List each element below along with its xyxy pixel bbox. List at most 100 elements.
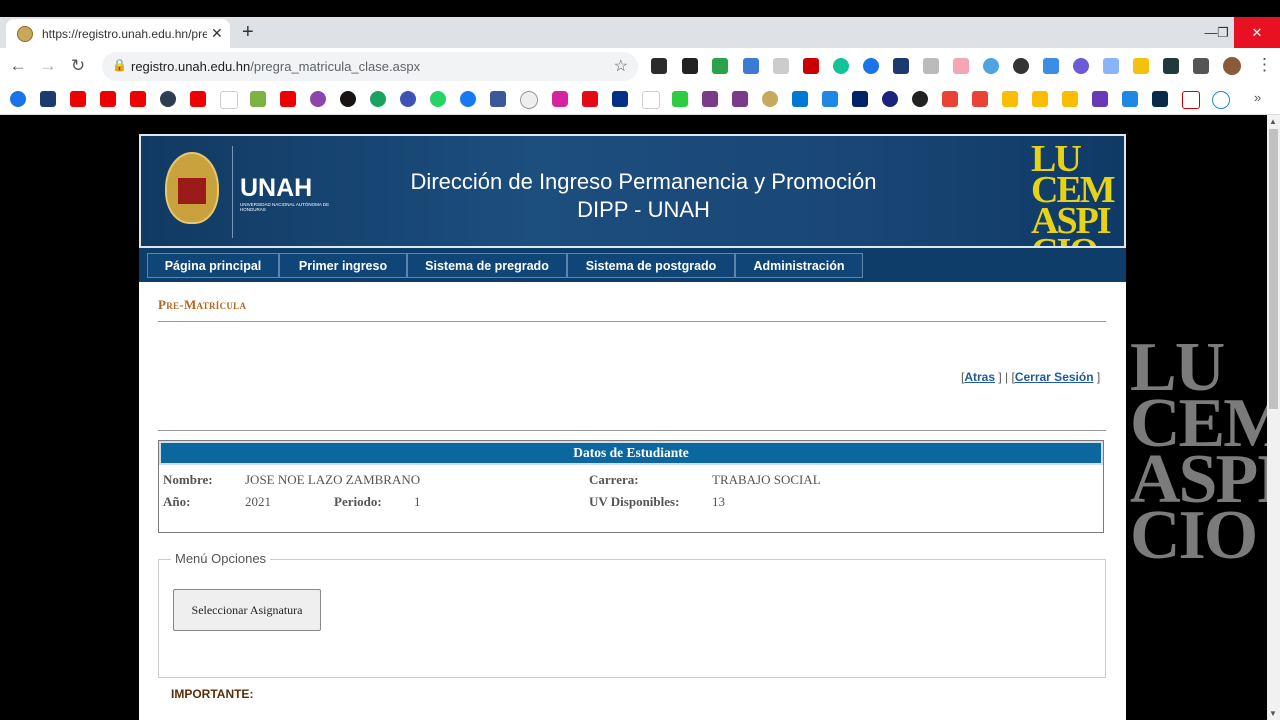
period-value: 1: [414, 494, 421, 509]
tab-strip: https://registro.unah.edu.hn/pregra ✕ + …: [0, 17, 1280, 48]
youtube-bookmark-icon[interactable]: [70, 91, 86, 107]
extension-icon[interactable]: [1013, 58, 1029, 74]
page-scrollbar[interactable]: ▲ ▼: [1267, 115, 1280, 720]
bookmark-icon[interactable]: [732, 91, 748, 107]
scroll-up-icon[interactable]: ▲: [1269, 117, 1277, 126]
bookmark-icon[interactable]: [1092, 91, 1108, 107]
gmail-bookmark-icon[interactable]: [972, 91, 988, 107]
profile-avatar[interactable]: [1223, 57, 1241, 75]
student-info-panel: Datos de Estudiante Nombre: JOSE NOE LAZ…: [158, 440, 1104, 533]
new-tab-button[interactable]: +: [242, 21, 254, 44]
bookmark-icon[interactable]: [642, 91, 660, 109]
extension-icon[interactable]: [773, 58, 789, 74]
youtube-bookmark-icon[interactable]: [130, 91, 146, 107]
bookmark-icon[interactable]: [310, 91, 326, 107]
extension-icon[interactable]: [833, 58, 849, 74]
drive-bookmark-icon[interactable]: [1002, 91, 1018, 107]
browser-toolbar: ← → ↻ 🔒 registro.unah.edu.hn/pregra_matr…: [0, 48, 1280, 85]
menu-options-fieldset: Menú Opciones Seleccionar Asignatura: [158, 551, 1106, 678]
bookmark-icon[interactable]: [400, 91, 416, 107]
nav-sistema-postgrado[interactable]: Sistema de postgrado: [567, 253, 735, 278]
extension-icon[interactable]: [803, 58, 819, 74]
bookmark-icon[interactable]: [1122, 91, 1138, 107]
extension-icon[interactable]: [893, 58, 909, 74]
header-banner: UNAH UNIVERSIDAD NACIONAL AUTÓNOMA DE HO…: [139, 134, 1126, 248]
extension-icon[interactable]: [923, 58, 939, 74]
unah-seal-icon: [165, 152, 219, 224]
extensions-puzzle-icon[interactable]: [1193, 58, 1209, 74]
paypal-bookmark-icon[interactable]: [612, 91, 628, 107]
youtube-bookmark-icon[interactable]: [190, 91, 206, 107]
whatsapp-bookmark-icon[interactable]: [430, 91, 446, 107]
browser-menu-icon[interactable]: ⋮: [1256, 55, 1273, 75]
bookmark-icon[interactable]: [250, 91, 266, 107]
facebook-bookmark-icon[interactable]: [490, 91, 506, 107]
browser-tab[interactable]: https://registro.unah.edu.hn/pregra ✕: [6, 19, 230, 48]
extension-icon[interactable]: [682, 58, 698, 74]
bookmark-icon[interactable]: [1212, 91, 1230, 109]
bookmark-icon[interactable]: [520, 91, 538, 109]
bookmark-icon[interactable]: [912, 91, 928, 107]
drive-bookmark-icon[interactable]: [1032, 91, 1048, 107]
page-title: Pre-Matrícula: [158, 297, 247, 312]
extension-icon[interactable]: [1073, 58, 1089, 74]
extension-icon[interactable]: [953, 58, 969, 74]
url-text: registro.unah.edu.hn/pregra_matricula_cl…: [131, 59, 420, 74]
nav-administracion[interactable]: Administración: [735, 253, 863, 278]
bookmark-icon[interactable]: [1182, 91, 1200, 109]
instagram-bookmark-icon[interactable]: [552, 91, 568, 107]
extension-icon[interactable]: [712, 58, 728, 74]
bookmark-icon[interactable]: [10, 91, 26, 107]
cerrar-sesion-link[interactable]: Cerrar Sesión: [1015, 370, 1094, 384]
address-bar[interactable]: 🔒 registro.unah.edu.hn/pregra_matricula_…: [102, 52, 638, 81]
bookmark-icon[interactable]: [762, 91, 778, 107]
bookmark-icon[interactable]: [672, 91, 688, 107]
extension-icon[interactable]: [743, 58, 759, 74]
name-value: JOSE NOE LAZO ZAMBRANO: [245, 472, 421, 487]
scroll-down-icon[interactable]: ▼: [1269, 709, 1277, 718]
extension-icon[interactable]: [1103, 58, 1119, 74]
nav-sistema-pregrado[interactable]: Sistema de pregrado: [407, 253, 567, 278]
netflix-bookmark-icon[interactable]: [582, 91, 598, 107]
bookmark-icon[interactable]: [40, 91, 56, 107]
drive-bookmark-icon[interactable]: [1062, 91, 1078, 107]
gmail-bookmark-icon[interactable]: [942, 91, 958, 107]
top-black-bar: [0, 0, 1280, 17]
extension-icon[interactable]: [983, 58, 999, 74]
extension-icon[interactable]: [1043, 58, 1059, 74]
bookmark-icon[interactable]: [822, 91, 838, 107]
name-label: Nombre:: [163, 472, 213, 487]
nav-primer-ingreso[interactable]: Primer ingreso: [279, 253, 407, 278]
bookmark-icon[interactable]: [882, 91, 898, 107]
spotify-bookmark-icon[interactable]: [340, 91, 356, 107]
extension-icon[interactable]: [1133, 58, 1149, 74]
forward-button[interactable]: →: [37, 56, 59, 76]
bookmark-icon[interactable]: [852, 91, 868, 107]
select-course-button[interactable]: Seleccionar Asignatura: [173, 589, 321, 631]
bookmark-icon[interactable]: [702, 91, 718, 107]
site-favicon-icon: [17, 25, 33, 42]
reload-button[interactable]: ↻: [67, 56, 89, 76]
tab-close-icon[interactable]: ✕: [211, 25, 223, 42]
bookmark-star-icon[interactable]: ☆: [614, 56, 628, 76]
url-domain: registro.unah.edu.hn: [131, 59, 251, 74]
bookmark-icon[interactable]: [220, 91, 238, 109]
back-button[interactable]: ←: [7, 56, 29, 76]
extension-icon[interactable]: [863, 58, 879, 74]
nav-pagina-principal[interactable]: Página principal: [147, 253, 279, 278]
outlook-bookmark-icon[interactable]: [792, 91, 808, 107]
window-close-button[interactable]: ✕: [1234, 17, 1280, 48]
bookmark-icon[interactable]: [370, 91, 386, 107]
facebook-bookmark-icon[interactable]: [460, 91, 476, 107]
banner-divider: [232, 146, 233, 238]
scrollbar-thumb[interactable]: [1269, 129, 1278, 409]
youtube-bookmark-icon[interactable]: [100, 91, 116, 107]
extension-icon[interactable]: [651, 58, 667, 74]
bookmarks-overflow-icon[interactable]: »: [1254, 90, 1261, 105]
bookmark-icon[interactable]: [1152, 91, 1168, 107]
atras-link[interactable]: Atras: [964, 370, 995, 384]
youtube-bookmark-icon[interactable]: [280, 91, 296, 107]
extension-icon[interactable]: [1163, 58, 1179, 74]
bookmark-icon[interactable]: [160, 91, 176, 107]
menu-options-legend: Menú Opciones: [171, 551, 271, 566]
